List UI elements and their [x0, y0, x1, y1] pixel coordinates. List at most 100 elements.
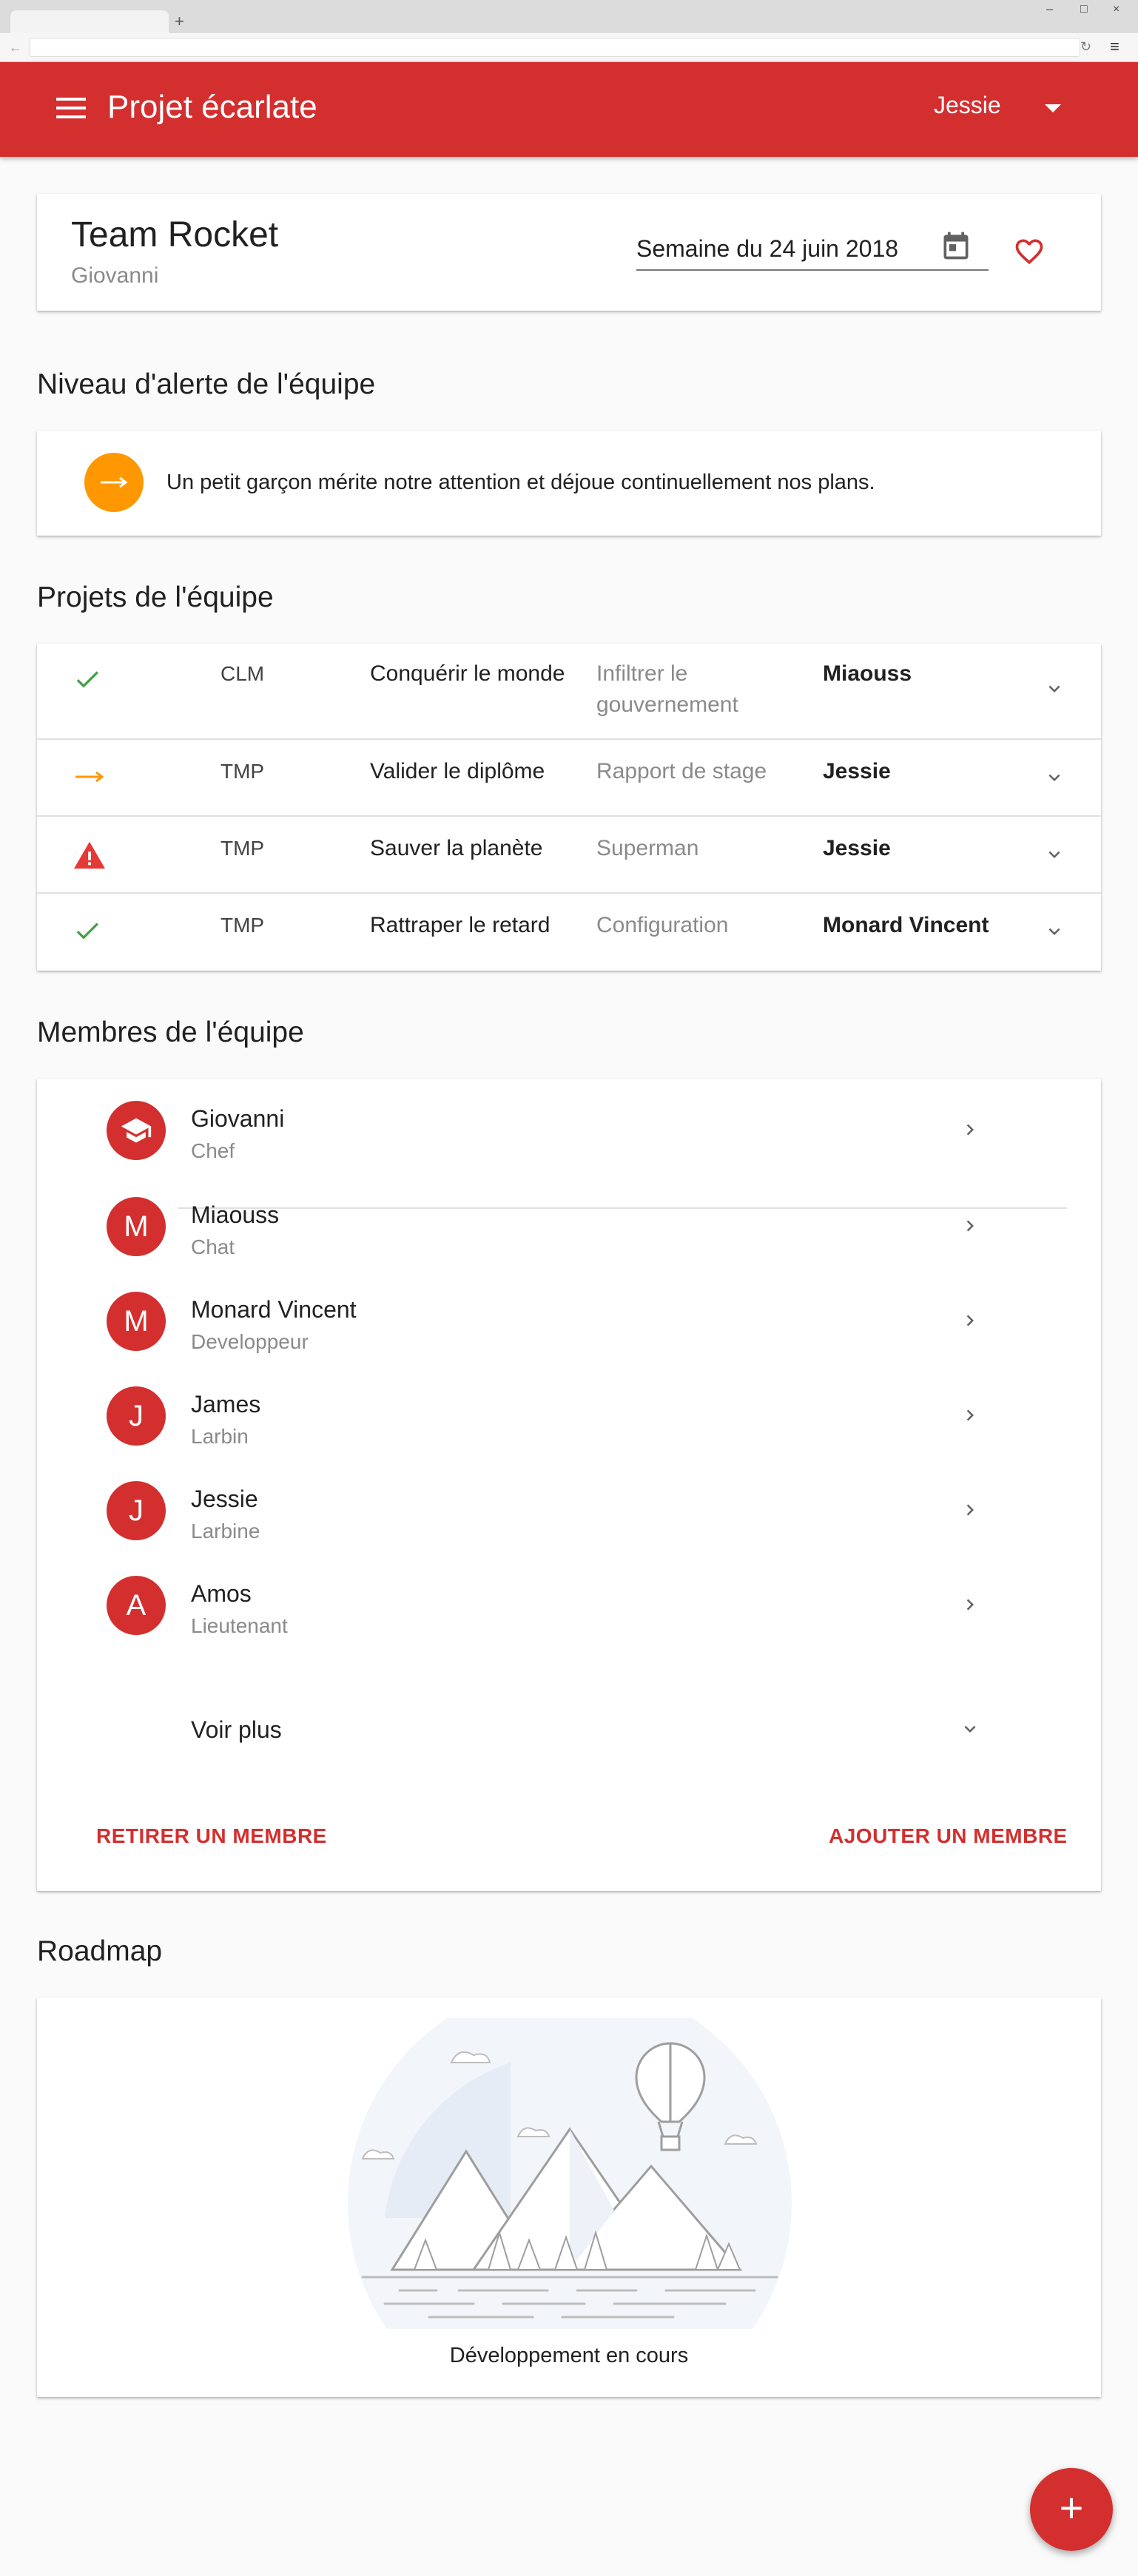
browser-titlebar: + – □ ×	[0, 0, 1138, 33]
avatar: M	[107, 1197, 166, 1256]
avatar: A	[107, 1576, 166, 1635]
close-icon[interactable]: ×	[1113, 3, 1120, 16]
expand-chevron-icon[interactable]	[1043, 678, 1065, 700]
project-code: TMP	[220, 837, 265, 860]
check-icon	[76, 671, 98, 688]
caret-down-icon[interactable]	[1045, 104, 1061, 112]
project-code: TMP	[220, 914, 265, 937]
browser-toolbar: ← ↻ ≡	[0, 33, 1138, 62]
project-owner: Monard Vincent	[823, 913, 989, 937]
project-owner: Miaouss	[823, 661, 912, 686]
week-picker[interactable]: Semaine du 24 juin 2018	[636, 228, 989, 271]
avatar	[107, 1101, 166, 1160]
projects-table: CLM Conquérir le monde Infiltrer le gouv…	[37, 644, 1101, 971]
app-bar: Projet écarlate Jessie	[0, 62, 1138, 157]
member-role: Larbine	[191, 1520, 260, 1542]
team-owner: Giovanni	[71, 263, 159, 288]
chevron-right-icon[interactable]	[959, 1308, 981, 1333]
avatar: J	[107, 1481, 166, 1540]
reload-icon[interactable]: ↻	[1080, 39, 1091, 55]
add-fab-button[interactable]: +	[1030, 2468, 1113, 2551]
project-name: Sauver la planète	[370, 836, 543, 860]
mountains-balloon-illustration	[348, 2018, 792, 2329]
project-name: Rattraper le retard	[370, 913, 551, 937]
project-row[interactable]: TMP Sauver la planète Superman Jessie	[37, 817, 1101, 894]
minimize-icon[interactable]: –	[1046, 3, 1053, 16]
project-owner: Jessie	[823, 836, 891, 860]
project-owner: Jessie	[823, 759, 891, 783]
app-title: Projet écarlate	[107, 89, 317, 125]
project-code: TMP	[220, 760, 265, 783]
member-name: Giovanni	[191, 1105, 285, 1132]
alert-section-title: Niveau d'alerte de l'équipe	[37, 368, 376, 400]
browser-tab[interactable]	[10, 10, 169, 33]
check-icon	[76, 923, 98, 940]
see-more-button[interactable]: Voir plus	[191, 1716, 282, 1744]
team-header-card: Team Rocket Giovanni Semaine du 24 juin …	[37, 194, 1101, 311]
expand-chevron-icon[interactable]	[1043, 920, 1065, 943]
member-item[interactable]: A Amos Lieutenant	[37, 1558, 1101, 1653]
member-item[interactable]: J James Larbin	[37, 1369, 1101, 1463]
member-role: Chat	[191, 1235, 235, 1258]
calendar-icon[interactable]	[940, 229, 972, 262]
avatar: J	[107, 1386, 166, 1446]
project-subtitle: Infiltrer le gouvernement	[596, 661, 738, 717]
browser-menu-icon[interactable]: ≡	[1110, 37, 1120, 56]
project-row[interactable]: TMP Rattraper le retard Configuration Mo…	[37, 894, 1101, 971]
member-item[interactable]: Giovanni Chef	[37, 1083, 1101, 1178]
hamburger-menu-icon[interactable]	[56, 98, 86, 120]
chevron-right-icon[interactable]	[959, 1497, 981, 1523]
member-item[interactable]: M Miaouss Chat	[37, 1179, 1101, 1274]
roadmap-section-title: Roadmap	[37, 1935, 163, 1967]
member-item[interactable]: M Monard Vincent Developpeur	[37, 1274, 1101, 1369]
project-row[interactable]: TMP Valider le diplôme Rapport de stage …	[37, 740, 1101, 817]
members-card: Giovanni Chef M Miaouss Chat M Monard Vi…	[37, 1079, 1101, 1891]
project-subtitle: Superman	[596, 836, 699, 860]
member-name: Amos	[191, 1580, 252, 1607]
project-name: Conquérir le monde	[370, 661, 565, 686]
project-name: Valider le diplôme	[370, 759, 545, 783]
plus-icon: +	[1059, 2484, 1084, 2531]
warning-triangle-icon	[74, 841, 105, 869]
roadmap-card: Développement en cours	[37, 1997, 1101, 2397]
favorite-heart-icon[interactable]	[1012, 235, 1046, 268]
avatar: M	[107, 1292, 166, 1351]
team-name: Team Rocket	[71, 215, 279, 254]
week-label: Semaine du 24 juin 2018	[636, 235, 899, 262]
member-role: Larbin	[191, 1425, 249, 1448]
new-tab-icon[interactable]: +	[175, 13, 184, 30]
chevron-right-icon[interactable]	[959, 1592, 981, 1617]
arrow-right-icon	[101, 476, 128, 488]
user-menu[interactable]: Jessie	[934, 92, 1001, 119]
member-role: Developpeur	[191, 1330, 309, 1353]
alert-status-indicator	[84, 453, 144, 512]
chevron-right-icon[interactable]	[959, 1117, 981, 1142]
member-name: Jessie	[191, 1486, 258, 1512]
expand-chevron-icon[interactable]	[1043, 766, 1065, 789]
project-subtitle: Configuration	[596, 913, 729, 937]
chevron-down-icon[interactable]	[959, 1716, 981, 1742]
back-icon[interactable]: ←	[9, 40, 22, 55]
alert-card: Un petit garçon mérite notre attention e…	[37, 431, 1101, 536]
chevron-right-icon[interactable]	[959, 1213, 981, 1238]
member-name: Miaouss	[191, 1201, 280, 1228]
members-section-title: Membres de l'équipe	[37, 1016, 304, 1048]
project-subtitle: Rapport de stage	[596, 759, 767, 783]
project-code: CLM	[220, 662, 265, 685]
member-role: Lieutenant	[191, 1614, 288, 1637]
projects-section-title: Projets de l'équipe	[37, 581, 274, 613]
arrow-right-icon	[75, 771, 104, 783]
member-name: Monard Vincent	[191, 1296, 357, 1323]
project-row[interactable]: CLM Conquérir le monde Infiltrer le gouv…	[37, 644, 1101, 740]
member-name: James	[191, 1391, 261, 1417]
remove-member-button[interactable]: RETIRER UN MEMBRE	[96, 1824, 327, 1848]
maximize-icon[interactable]: □	[1080, 3, 1088, 16]
chevron-right-icon[interactable]	[959, 1403, 981, 1428]
member-item[interactable]: J Jessie Larbine	[37, 1463, 1101, 1558]
address-bar[interactable]	[30, 38, 1080, 57]
add-member-button[interactable]: AJOUTER UN MEMBRE	[829, 1824, 1068, 1848]
graduation-cap-icon	[121, 1118, 152, 1143]
expand-chevron-icon[interactable]	[1043, 843, 1065, 866]
roadmap-caption: Développement en cours	[449, 2344, 689, 2367]
alert-message: Un petit garçon mérite notre attention e…	[166, 471, 875, 494]
